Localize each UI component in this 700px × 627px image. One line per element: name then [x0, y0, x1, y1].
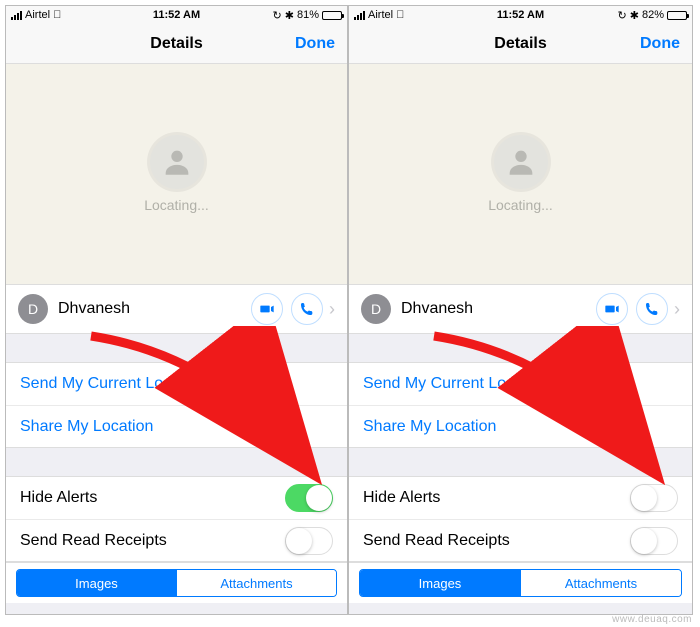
call-button[interactable] — [291, 293, 323, 325]
read-receipts-label: Send Read Receipts — [20, 532, 167, 550]
segment-attachments[interactable]: Attachments — [520, 570, 681, 596]
battery-icon — [322, 11, 342, 20]
battery-percent: 81% — [297, 9, 319, 21]
contact-row[interactable]: D Dhvanesh › — [6, 284, 347, 334]
video-icon — [259, 301, 275, 317]
location-map: Locating... — [6, 64, 347, 284]
done-button[interactable]: Done — [295, 35, 335, 53]
share-location-button[interactable]: Share My Location — [349, 405, 692, 447]
contact-row[interactable]: D Dhvanesh › — [349, 284, 692, 334]
watermark: www.deuaq.com — [612, 614, 692, 625]
bluetooth-icon: ✱ — [630, 9, 639, 22]
signal-icon — [11, 11, 22, 20]
person-icon — [504, 145, 538, 179]
contact-avatar-small: D — [18, 294, 48, 324]
chevron-right-icon: › — [674, 299, 680, 320]
wifi-icon:  — [396, 9, 404, 21]
read-receipts-row: Send Read Receipts — [6, 519, 347, 561]
read-receipts-label: Send Read Receipts — [363, 532, 510, 550]
read-receipts-toggle[interactable] — [285, 527, 333, 555]
carrier-name: Airtel — [368, 9, 393, 21]
segmented-control[interactable]: Images Attachments — [359, 569, 682, 597]
read-receipts-row: Send Read Receipts — [349, 519, 692, 561]
call-button[interactable] — [636, 293, 668, 325]
orientation-lock-icon: ↻ — [273, 9, 282, 22]
bluetooth-icon: ✱ — [285, 9, 294, 22]
status-time: 11:52 AM — [153, 9, 200, 21]
video-icon — [604, 301, 620, 317]
send-location-button[interactable]: Send My Current Location — [349, 363, 692, 405]
status-bar: Airtel  11:52 AM ↻ ✱ 81% — [6, 6, 347, 24]
contact-avatar-large — [494, 135, 548, 189]
hide-alerts-label: Hide Alerts — [363, 489, 440, 507]
chevron-right-icon: › — [329, 299, 335, 320]
contact-avatar-large — [150, 135, 204, 189]
page-title: Details — [494, 35, 546, 53]
battery-icon — [667, 11, 687, 20]
hide-alerts-toggle[interactable] — [285, 484, 333, 512]
done-button[interactable]: Done — [640, 35, 680, 53]
locating-label: Locating... — [144, 197, 209, 213]
facetime-button[interactable] — [251, 293, 283, 325]
screenshot-right: Airtel  11:52 AM ↻ ✱ 82% Details Done L… — [349, 6, 692, 614]
phone-icon — [644, 301, 660, 317]
nav-bar: Details Done — [6, 24, 347, 64]
segment-images[interactable]: Images — [17, 570, 176, 596]
page-title: Details — [150, 35, 202, 53]
hide-alerts-toggle[interactable] — [630, 484, 678, 512]
person-icon — [160, 145, 194, 179]
facetime-button[interactable] — [596, 293, 628, 325]
segment-images[interactable]: Images — [360, 570, 520, 596]
contact-name: Dhvanesh — [401, 300, 588, 318]
carrier-name: Airtel — [25, 9, 50, 21]
battery-percent: 82% — [642, 9, 664, 21]
contact-avatar-small: D — [361, 294, 391, 324]
hide-alerts-row: Hide Alerts — [349, 477, 692, 519]
location-map: Locating... — [349, 64, 692, 284]
screenshot-left: Airtel  11:52 AM ↻ ✱ 81% Details Done L… — [6, 6, 349, 614]
status-bar: Airtel  11:52 AM ↻ ✱ 82% — [349, 6, 692, 24]
hide-alerts-row: Hide Alerts — [6, 477, 347, 519]
share-location-button[interactable]: Share My Location — [6, 405, 347, 447]
status-time: 11:52 AM — [497, 9, 544, 21]
segment-attachments[interactable]: Attachments — [176, 570, 336, 596]
read-receipts-toggle[interactable] — [630, 527, 678, 555]
locating-label: Locating... — [488, 197, 553, 213]
segmented-control[interactable]: Images Attachments — [16, 569, 337, 597]
phone-icon — [299, 301, 315, 317]
signal-icon — [354, 11, 365, 20]
orientation-lock-icon: ↻ — [618, 9, 627, 22]
nav-bar: Details Done — [349, 24, 692, 64]
hide-alerts-label: Hide Alerts — [20, 489, 97, 507]
contact-name: Dhvanesh — [58, 300, 243, 318]
send-location-button[interactable]: Send My Current Location — [6, 363, 347, 405]
wifi-icon:  — [53, 9, 61, 21]
